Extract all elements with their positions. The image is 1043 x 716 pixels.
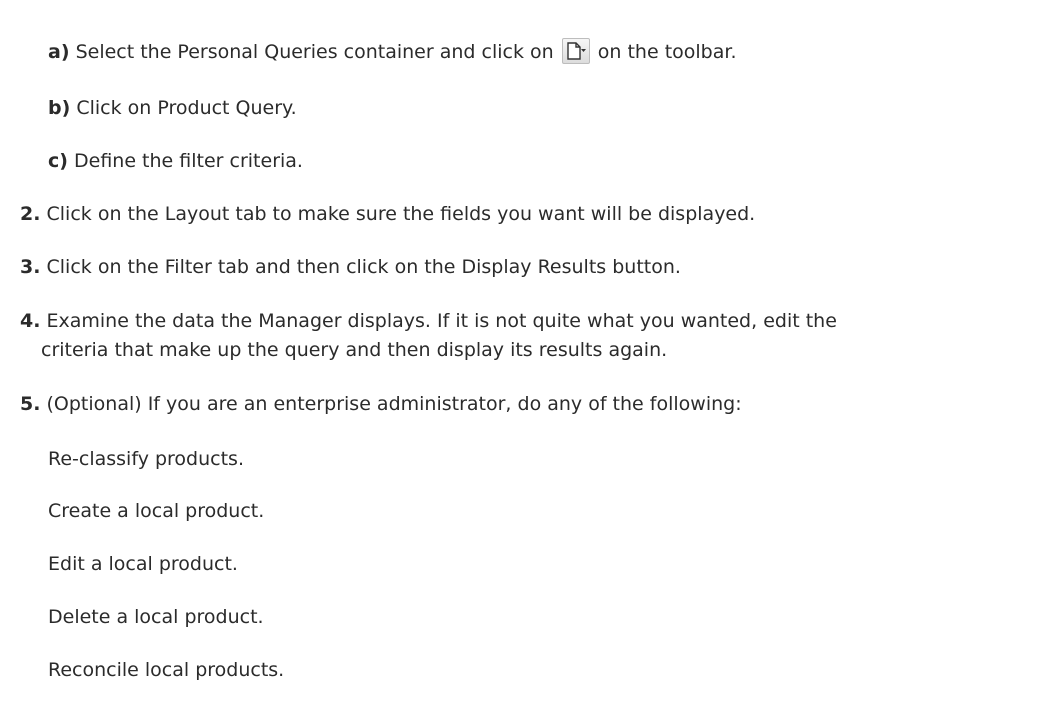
step-text: Select the Personal Queries container an… [75,41,554,63]
step-c: c) Define the filter criteria. [48,150,303,172]
option-edit-local: Edit a local product. [48,553,238,575]
step-marker: b) [48,97,71,119]
step-marker: a) [48,41,70,63]
step-text: Examine the data the Manager displays. I… [46,310,837,332]
step-text: criteria that make up the query and then… [41,339,668,361]
step-text-after: on the toolbar. [597,41,737,63]
step-marker: 4. [20,310,41,332]
step-marker: 5. [20,393,41,415]
step-marker: 2. [20,203,41,225]
option-create-local: Create a local product. [48,500,265,522]
option-reclassify: Re-classify products. [48,448,244,470]
step-2: 2. Click on the Layout tab to make sure … [20,203,755,225]
step-3: 3. Click on the Filter tab and then clic… [20,256,681,278]
step-5: 5. (Optional) If you are an enterprise a… [20,393,742,415]
step-a: a) Select the Personal Queries container… [48,38,736,64]
step-marker: 3. [20,256,41,278]
step-text: Define the filter criteria. [74,150,303,172]
step-text: Click on the Layout tab to make sure the… [46,203,756,225]
option-delete-local: Delete a local product. [48,606,264,628]
new-document-dropdown-icon[interactable] [561,38,590,64]
option-reconcile-local: Reconcile local products. [48,659,285,681]
step-b: b) Click on Product Query. [48,97,297,119]
step-4: 4. Examine the data the Manager displays… [20,310,837,332]
step-text: Click on the Filter tab and then click o… [46,256,681,278]
step-4-continuation: criteria that make up the query and then… [41,339,667,361]
step-text: (Optional) If you are an enterprise admi… [46,393,742,415]
step-marker: c) [48,150,68,172]
step-text: Click on Product Query. [76,97,297,119]
